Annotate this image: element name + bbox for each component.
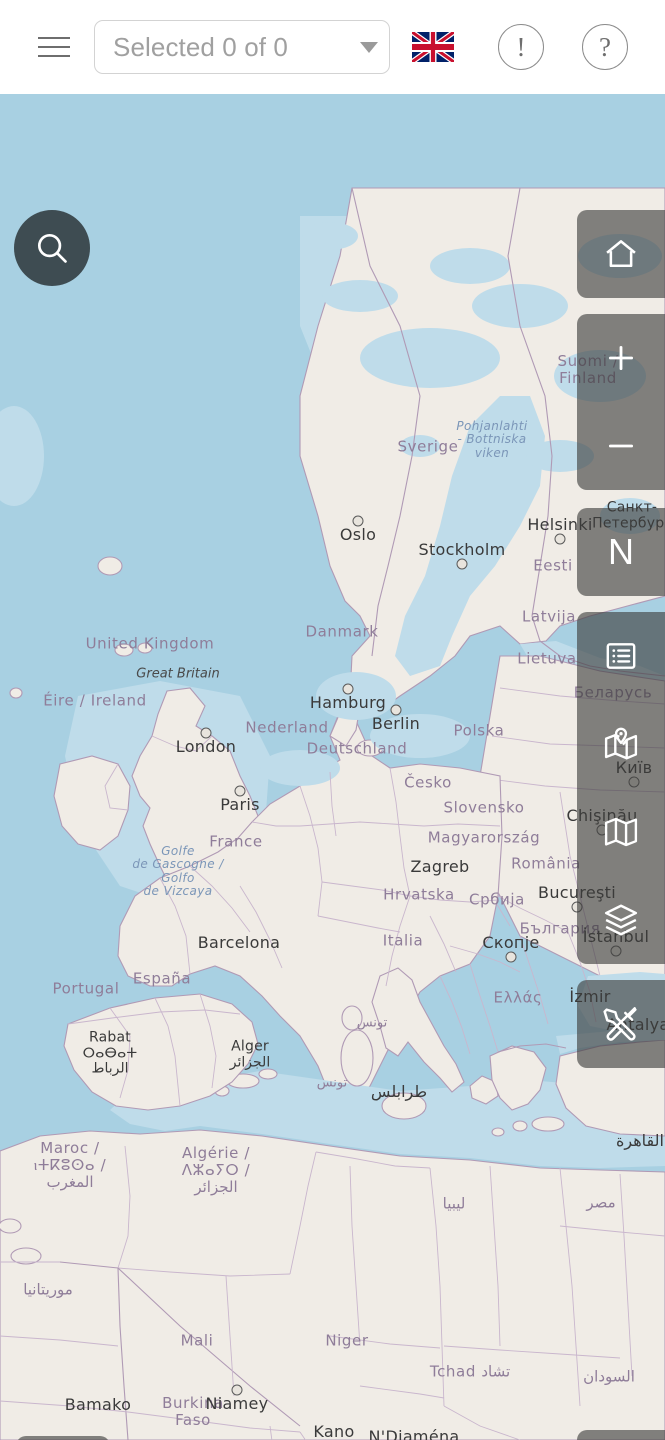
- help-glyph: ?: [599, 31, 611, 62]
- hamburger-menu-icon[interactable]: [28, 21, 80, 73]
- help-icon[interactable]: ?: [582, 24, 628, 70]
- toolbar-group-panels: [577, 612, 665, 964]
- streetview-pegman-button[interactable]: [16, 1436, 110, 1440]
- zoom-out-button[interactable]: [577, 402, 665, 490]
- minus-icon: [608, 444, 634, 448]
- search-icon[interactable]: [14, 210, 90, 286]
- list-icon: [606, 643, 636, 669]
- map-pin-icon: [604, 727, 638, 760]
- tools-icon: [603, 1007, 637, 1041]
- map-icon: [604, 817, 638, 847]
- toolbar-group-zoom: [577, 314, 665, 490]
- toolbar-group-tools: [577, 980, 665, 1068]
- compass-button[interactable]: N: [577, 508, 665, 596]
- selection-dropdown-value: Selected 0 of 0: [113, 31, 288, 62]
- alert-icon[interactable]: !: [498, 24, 544, 70]
- basemap-button[interactable]: [577, 788, 665, 876]
- home-button[interactable]: [577, 210, 665, 298]
- identify-button[interactable]: [577, 1430, 665, 1440]
- toolbar-group-compass: N: [577, 508, 665, 596]
- legend-button[interactable]: [577, 612, 665, 700]
- home-icon: [606, 240, 636, 267]
- layers-icon: [604, 904, 638, 936]
- toolbar-group-identify: [577, 1430, 665, 1440]
- selection-dropdown[interactable]: Selected 0 of 0: [94, 20, 390, 74]
- hamburger-bar: [38, 46, 70, 48]
- compass-north-icon: N: [608, 531, 634, 572]
- plus-icon: [608, 345, 634, 371]
- hamburger-bar: [38, 55, 70, 57]
- hamburger-bar: [38, 37, 70, 39]
- language-flag-icon[interactable]: [412, 32, 454, 62]
- layers-button[interactable]: [577, 876, 665, 964]
- toolbar-group-home: [577, 210, 665, 298]
- alert-glyph: !: [516, 31, 526, 62]
- zoom-in-button[interactable]: [577, 314, 665, 402]
- map-canvas[interactable]: .land { fill:#f0ece6; stroke:#b09ab5; st…: [0, 96, 665, 1440]
- app-header: Selected 0 of 0 ! ?: [0, 0, 665, 96]
- chevron-down-icon[interactable]: [349, 41, 389, 53]
- tools-button[interactable]: [577, 980, 665, 1068]
- bookmarks-button[interactable]: [577, 700, 665, 788]
